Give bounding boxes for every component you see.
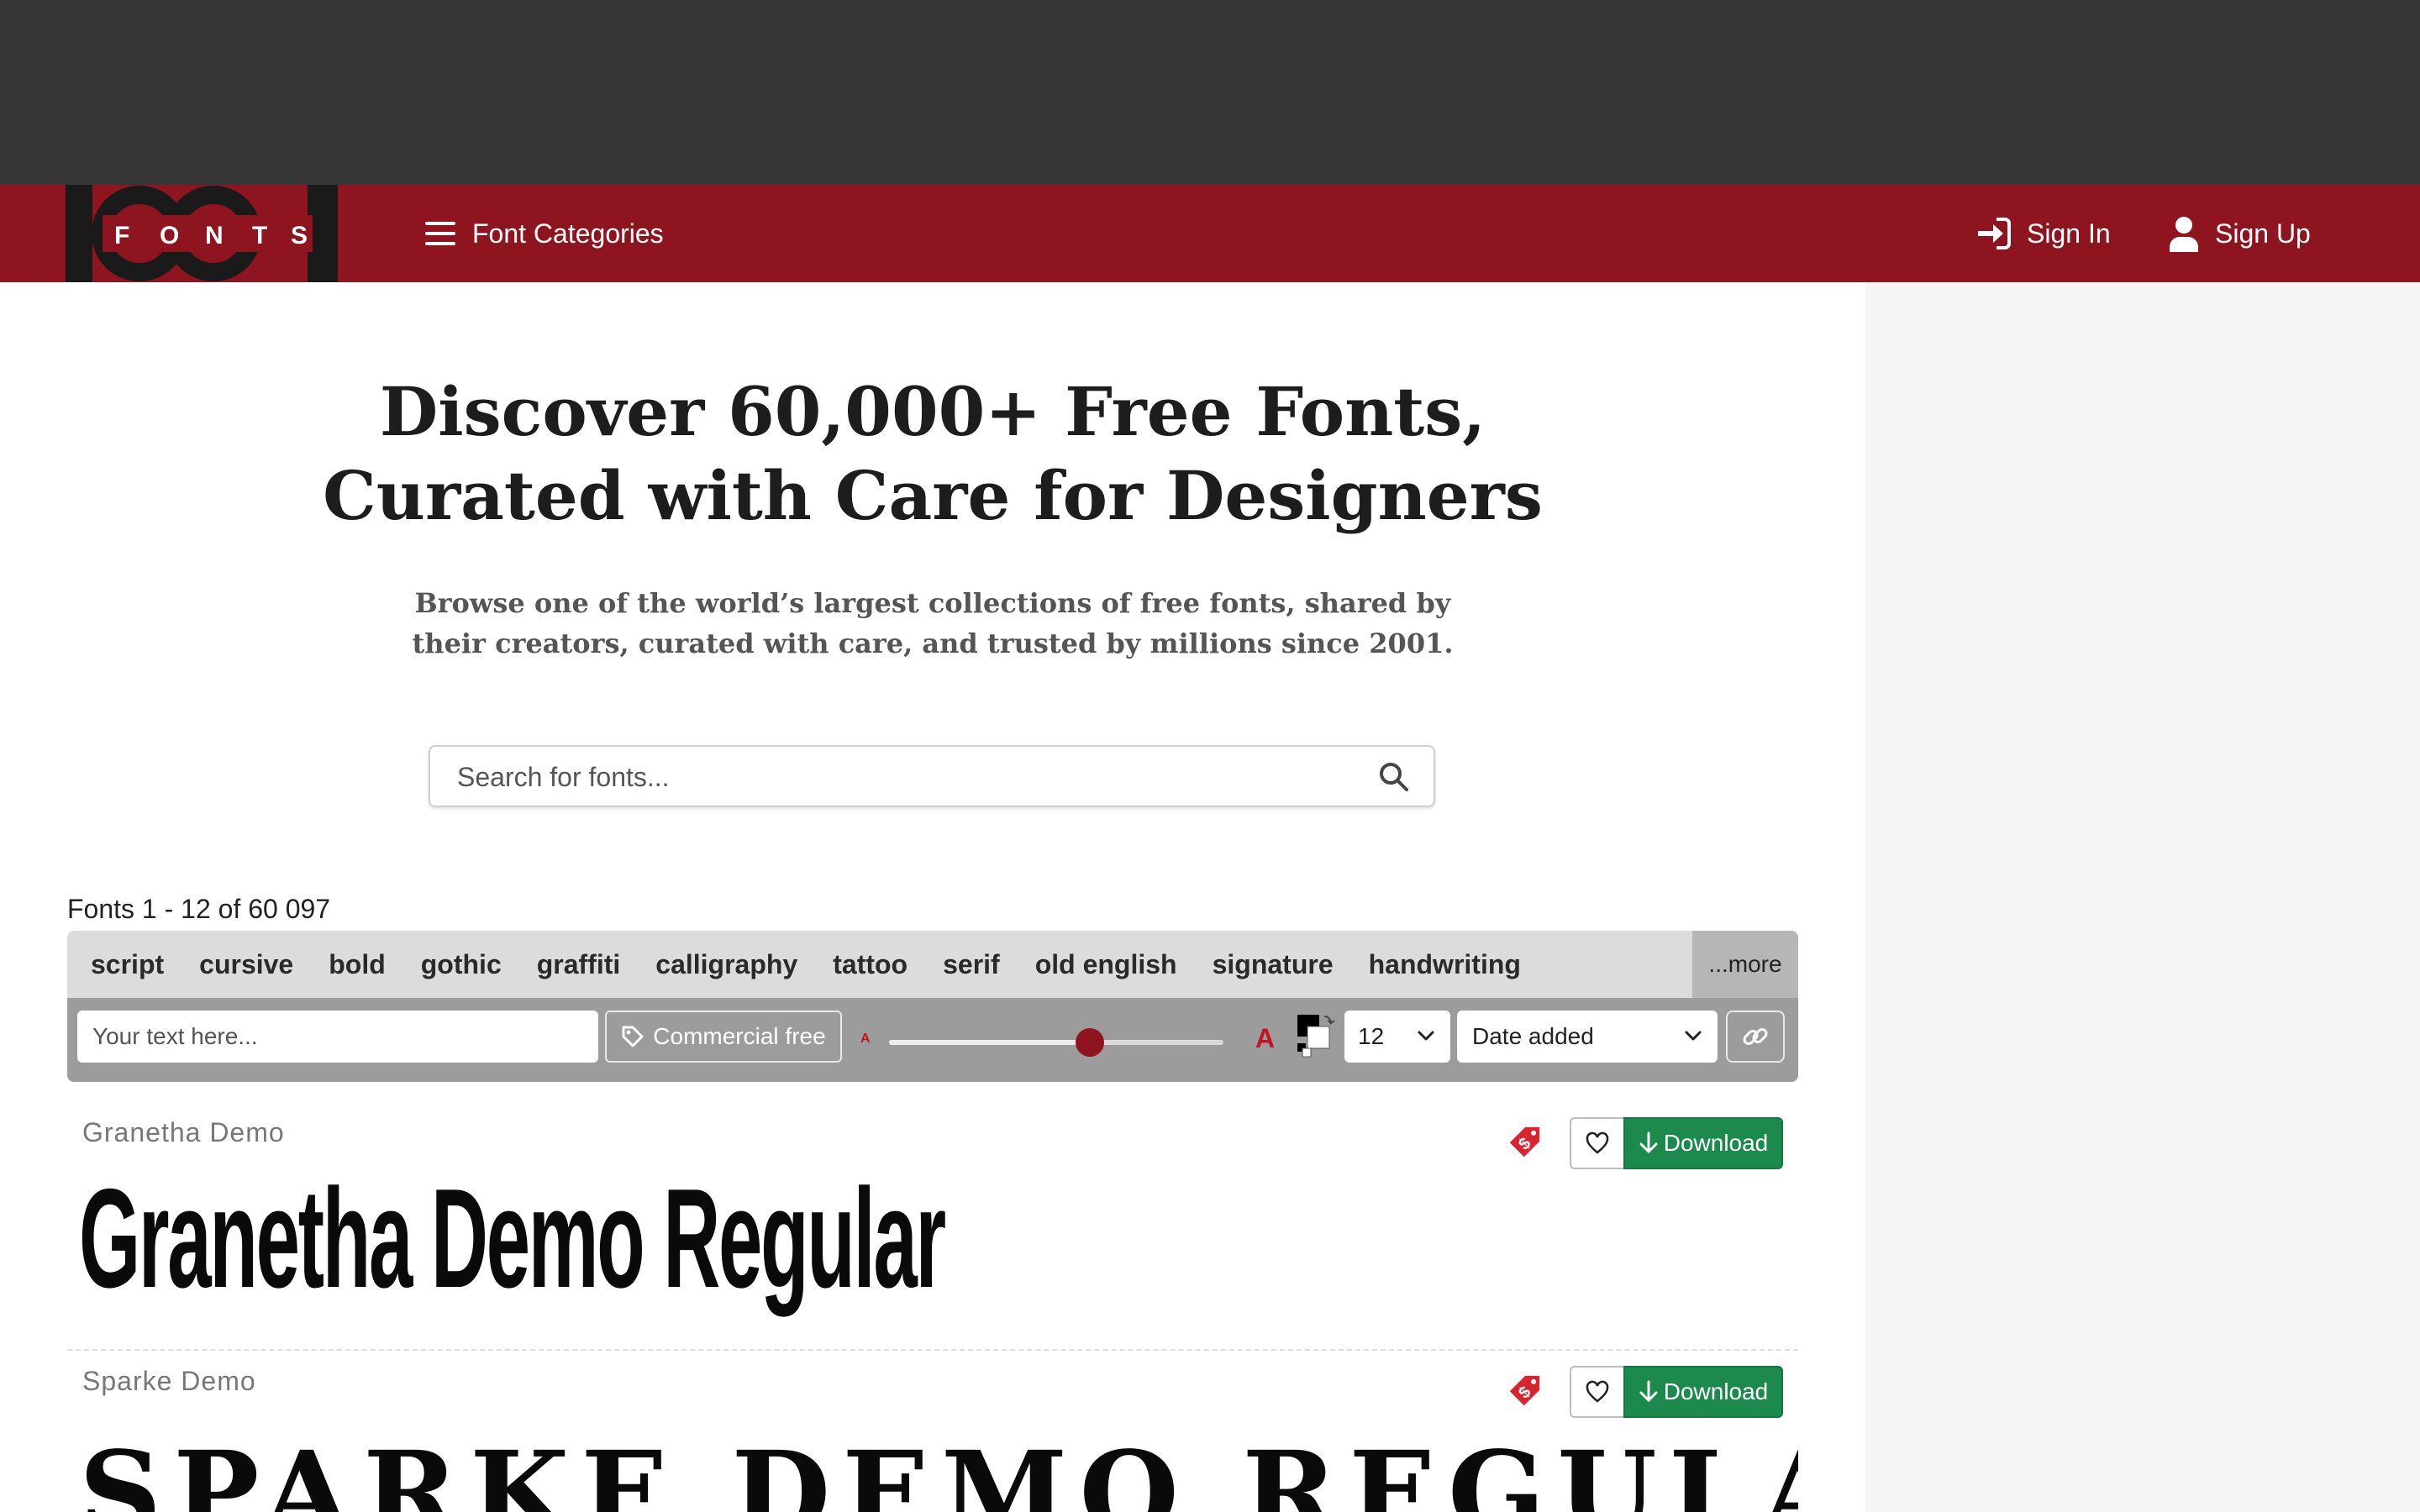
arrow-down-icon — [1639, 1380, 1658, 1402]
font-name-link[interactable]: Granetha Demo — [82, 1117, 285, 1148]
tag-tattoo[interactable]: tattoo — [833, 949, 908, 980]
preview-controls-bar: Commercial free A A 12 Date added — [67, 998, 1798, 1082]
price-tag-icon[interactable]: $ — [1506, 1366, 1549, 1410]
user-icon — [2170, 217, 2198, 252]
price-tag-icon — [622, 1026, 644, 1047]
font-card: Sparke Demo $ Download SPARKE DEMO REGUL… — [67, 1366, 1798, 1512]
svg-text:N: N — [205, 222, 224, 249]
font-search-box — [429, 745, 1435, 807]
size-small-label: A — [860, 1032, 871, 1046]
font-categories-label: Font Categories — [472, 218, 664, 249]
commercial-free-label: Commercial free — [653, 1023, 826, 1049]
tag-list: script cursive bold gothic graffiti call… — [91, 931, 1556, 998]
sign-in-link[interactable]: Sign In — [1975, 185, 2111, 282]
tag-gothic[interactable]: gothic — [421, 949, 502, 980]
chevron-down-icon — [1418, 1031, 1434, 1041]
top-ad-bar — [0, 0, 2420, 185]
search-icon[interactable] — [1378, 761, 1410, 793]
download-label: Download — [1663, 1378, 1769, 1404]
sign-up-label: Sign Up — [2215, 218, 2311, 249]
download-button[interactable]: Download — [1623, 1366, 1783, 1418]
tag-old-english[interactable]: old english — [1035, 949, 1177, 980]
price-tag-icon[interactable]: $ — [1506, 1117, 1549, 1161]
font-preview[interactable]: SPARKE DEMO REGULAR — [79, 1426, 1798, 1512]
row-divider — [67, 1349, 1798, 1351]
favorite-button[interactable] — [1570, 1366, 1623, 1418]
more-tags-button[interactable]: ...more — [1692, 931, 1798, 998]
font-search-input[interactable] — [455, 759, 1349, 795]
arrow-down-icon — [1639, 1131, 1658, 1153]
per-page-select[interactable]: 12 — [1344, 1011, 1450, 1063]
tag-graffiti[interactable]: graffiti — [537, 949, 621, 980]
tag-signature[interactable]: signature — [1213, 949, 1334, 980]
svg-text:F: F — [114, 222, 129, 249]
svg-text:O: O — [160, 222, 179, 249]
download-label: Download — [1663, 1130, 1769, 1156]
heart-icon — [1586, 1131, 1609, 1154]
link-icon — [1743, 1028, 1768, 1045]
per-page-value: 12 — [1358, 1023, 1385, 1049]
tag-calligraphy[interactable]: calligraphy — [655, 949, 797, 980]
hero-title: Discover 60,000+ Free Fonts, Curated wit… — [323, 372, 1543, 535]
share-link-button[interactable] — [1726, 1011, 1785, 1063]
tag-bold[interactable]: bold — [329, 949, 386, 980]
sign-up-link[interactable]: Sign Up — [2168, 185, 2311, 282]
sign-in-label: Sign In — [2027, 218, 2111, 249]
commercial-free-toggle[interactable]: Commercial free — [605, 1011, 842, 1063]
font-categories-menu[interactable]: Font Categories — [424, 185, 664, 282]
font-preview[interactable]: Granetha Demo Regular — [79, 1154, 946, 1322]
font-size-slider-fill — [889, 1040, 1090, 1045]
site-logo[interactable]: F O N T S — [66, 185, 338, 282]
tag-bar: script cursive bold gothic graffiti call… — [67, 931, 1798, 998]
right-sidebar — [1865, 282, 2420, 1512]
tag-script[interactable]: script — [91, 949, 164, 980]
sign-in-icon — [1978, 218, 2011, 249]
heart-icon — [1586, 1380, 1609, 1403]
size-large-label: A — [1255, 1023, 1276, 1053]
tag-handwriting[interactable]: handwriting — [1369, 949, 1521, 980]
chevron-down-icon — [1685, 1031, 1702, 1041]
hero-subtitle: Browse one of the world’s largest collec… — [412, 587, 1454, 659]
favorite-button[interactable] — [1570, 1117, 1623, 1169]
color-swap-icon[interactable] — [1294, 1011, 1341, 1062]
svg-text:S: S — [291, 222, 308, 249]
preview-text-input[interactable] — [77, 1011, 598, 1063]
sort-select[interactable]: Date added — [1457, 1011, 1718, 1063]
hamburger-menu-icon — [425, 222, 455, 245]
sort-value: Date added — [1472, 1023, 1594, 1049]
font-size-slider-thumb[interactable] — [1075, 1028, 1104, 1057]
svg-text:T: T — [252, 222, 267, 249]
tag-serif[interactable]: serif — [943, 949, 1000, 980]
font-size-slider[interactable] — [889, 1028, 1223, 1057]
font-card: Granetha Demo $ Download Granetha Demo R… — [67, 1117, 1798, 1327]
download-button[interactable]: Download — [1623, 1117, 1783, 1169]
results-count: Fonts 1 - 12 of 60 097 — [67, 894, 331, 924]
font-name-link[interactable]: Sparke Demo — [82, 1366, 256, 1397]
tag-cursive[interactable]: cursive — [199, 949, 293, 980]
